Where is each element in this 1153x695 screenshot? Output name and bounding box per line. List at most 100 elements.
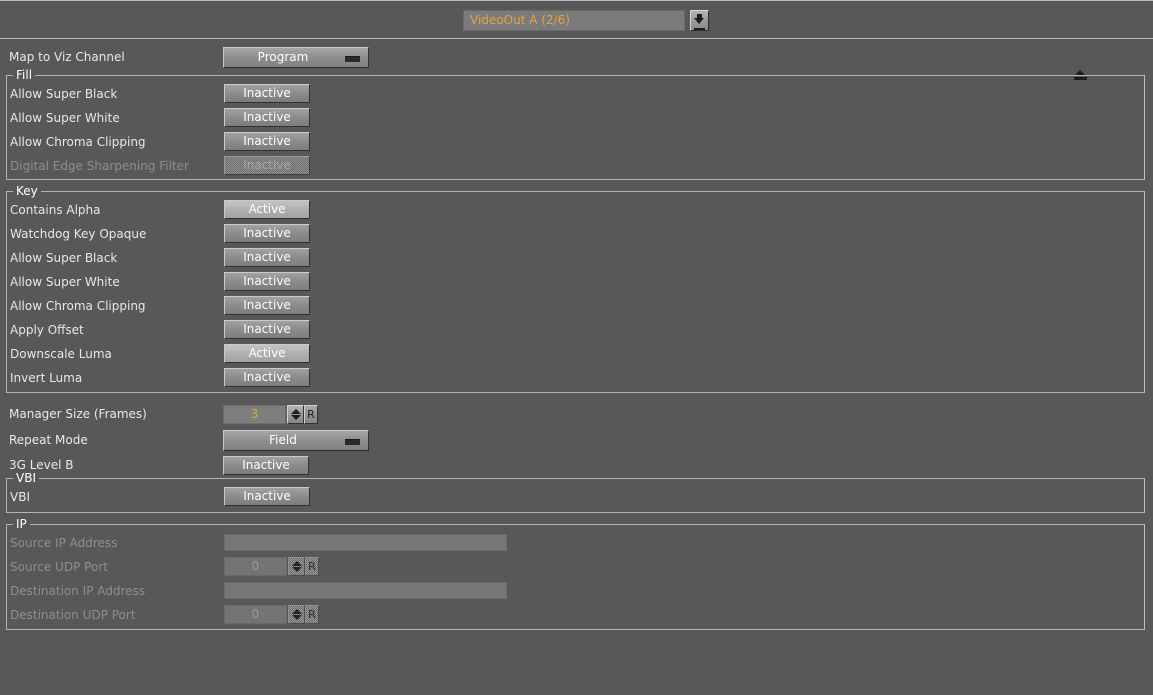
toggle-vbi[interactable]: Inactive (224, 487, 310, 506)
row-key-allow-super-black: Allow Super Black Inactive (7, 246, 1144, 270)
group-fill-title: Fill (13, 68, 36, 82)
label-fill-digital-edge-sharpening-filter: Digital Edge Sharpening Filter (10, 159, 189, 173)
label-manager-size: Manager Size (Frames) (9, 407, 147, 421)
toggle-fill-allow-super-white[interactable]: Inactive (224, 108, 310, 127)
row-map-to-viz-channel: Map to Viz Channel Program (0, 39, 1153, 75)
row-key-invert-luma: Invert Luma Inactive (7, 366, 1144, 390)
arrow-down-icon (291, 567, 302, 572)
manager-size-spinner[interactable]: 3 R (223, 405, 318, 424)
source-udp-port-reset-button: R (305, 557, 319, 576)
label-fill-allow-super-black: Allow Super Black (10, 87, 118, 101)
toggle-fill-digital-edge-sharpening-filter: Inactive (224, 156, 310, 175)
group-key-title: Key (13, 184, 41, 198)
destination-udp-port-value: 0 (224, 605, 287, 624)
chevron-down-icon (345, 439, 360, 445)
manager-size-reset-button[interactable]: R (304, 405, 318, 424)
label-key-watchdog-key-opaque: Watchdog Key Opaque (10, 227, 147, 241)
arrow-up-icon (290, 409, 301, 414)
arrow-down-icon (290, 415, 301, 420)
group-vbi: VBI VBI Inactive (6, 471, 1145, 513)
manager-size-value[interactable]: 3 (223, 405, 286, 424)
row-fill-digital-edge-sharpening-filter: Digital Edge Sharpening Filter Inactive (7, 154, 1144, 178)
toggle-value: Inactive (243, 489, 291, 503)
toggle-key-allow-super-black[interactable]: Inactive (224, 248, 310, 267)
label-key-downscale-luma: Downscale Luma (10, 347, 112, 361)
label-source-ip-address: Source IP Address (10, 536, 118, 550)
row-repeat-mode: Repeat Mode Field (0, 427, 1153, 453)
toggle-value: Inactive (243, 250, 291, 264)
row-fill-allow-chroma-clipping: Allow Chroma Clipping Inactive (7, 130, 1144, 154)
toggle-value: Inactive (243, 110, 291, 124)
chevron-down-icon (345, 56, 360, 62)
toggle-key-watchdog-key-opaque[interactable]: Inactive (224, 224, 310, 243)
source-ip-address-input (224, 534, 507, 551)
row-key-contains-alpha: Contains Alpha Active (7, 198, 1144, 222)
output-options-block: Manager Size (Frames) 3 R Repeat Mode Fi… (0, 393, 1153, 478)
label-key-apply-offset: Apply Offset (10, 323, 84, 337)
download-icon (694, 14, 705, 30)
arrow-down-icon (291, 615, 302, 620)
label-source-udp-port: Source UDP Port (10, 560, 108, 574)
toggle-value: Active (248, 202, 286, 216)
toggle-key-invert-luma[interactable]: Inactive (224, 368, 310, 387)
label-vbi: VBI (10, 490, 30, 504)
row-fill-allow-super-white: Allow Super White Inactive (7, 106, 1144, 130)
toggle-value: Inactive (243, 370, 291, 384)
toggle-value: Inactive (243, 158, 291, 172)
source-udp-port-spinner: 0 R (224, 557, 319, 576)
row-source-udp-port: Source UDP Port 0 R (7, 555, 1144, 579)
map-to-viz-channel-block: Map to Viz Channel Program (0, 39, 1153, 75)
row-key-downscale-luma: Downscale Luma Active (7, 342, 1144, 366)
group-ip-title: IP (13, 517, 30, 531)
toggle-value: Active (248, 346, 286, 360)
destination-udp-port-reset-button: R (305, 605, 319, 624)
load-channel-button[interactable] (690, 10, 709, 31)
row-fill-allow-super-black: Allow Super Black Inactive (7, 82, 1144, 106)
toggle-key-allow-super-white[interactable]: Inactive (224, 272, 310, 291)
row-source-ip-address: Source IP Address (7, 531, 1144, 555)
label-key-contains-alpha: Contains Alpha (10, 203, 101, 217)
toggle-value: Inactive (243, 226, 291, 240)
arrow-up-icon (291, 609, 302, 614)
toggle-fill-allow-chroma-clipping[interactable]: Inactive (224, 132, 310, 151)
row-key-apply-offset: Apply Offset Inactive (7, 318, 1144, 342)
toggle-key-apply-offset[interactable]: Inactive (224, 320, 310, 339)
map-to-viz-channel-dropdown[interactable]: Program (223, 47, 369, 68)
label-fill-allow-super-white: Allow Super White (10, 111, 120, 125)
repeat-mode-dropdown[interactable]: Field (223, 430, 369, 451)
settings-panel: Map to Viz Channel Program Fill Allow Su… (0, 39, 1153, 695)
label-key-allow-chroma-clipping: Allow Chroma Clipping (10, 299, 146, 313)
manager-size-stepper[interactable] (287, 405, 304, 424)
toggle-3g-level-b[interactable]: Inactive (223, 456, 309, 475)
label-fill-allow-chroma-clipping: Allow Chroma Clipping (10, 135, 146, 149)
group-key: Key Contains Alpha Active Watchdog Key O… (6, 184, 1145, 393)
toggle-value: Inactive (243, 86, 291, 100)
toggle-key-downscale-luma[interactable]: Active (224, 344, 310, 363)
channel-name-field[interactable]: VideoOut A (2/6) (463, 10, 685, 31)
toggle-value: Inactive (243, 298, 291, 312)
toggle-key-contains-alpha[interactable]: Active (224, 200, 310, 219)
destination-udp-port-stepper (288, 605, 305, 624)
destination-udp-port-spinner: 0 R (224, 605, 319, 624)
channel-selector: VideoOut A (2/6) (463, 10, 709, 31)
toggle-value: Inactive (243, 274, 291, 288)
row-destination-udp-port: Destination UDP Port 0 R (7, 603, 1144, 627)
label-key-invert-luma: Invert Luma (10, 371, 83, 385)
label-repeat-mode: Repeat Mode (9, 433, 88, 447)
toggle-fill-allow-super-black[interactable]: Inactive (224, 84, 310, 103)
group-fill: Fill Allow Super Black Inactive Allow Su… (6, 68, 1145, 180)
row-vbi: VBI Inactive (7, 485, 1144, 509)
row-key-allow-chroma-clipping: Allow Chroma Clipping Inactive (7, 294, 1144, 318)
source-udp-port-value: 0 (224, 557, 287, 576)
toggle-key-allow-chroma-clipping[interactable]: Inactive (224, 296, 310, 315)
row-key-watchdog-key-opaque: Watchdog Key Opaque Inactive (7, 222, 1144, 246)
group-vbi-title: VBI (13, 471, 39, 485)
group-ip: IP Source IP Address Source UDP Port 0 R (6, 517, 1145, 630)
header-bar: VideoOut A (2/6) (0, 0, 1153, 39)
label-key-allow-super-white: Allow Super White (10, 275, 120, 289)
toggle-value: Inactive (242, 458, 290, 472)
label-destination-ip-address: Destination IP Address (10, 584, 146, 598)
label-destination-udp-port: Destination UDP Port (10, 608, 136, 622)
source-udp-port-stepper (288, 557, 305, 576)
toggle-value: Inactive (243, 322, 291, 336)
